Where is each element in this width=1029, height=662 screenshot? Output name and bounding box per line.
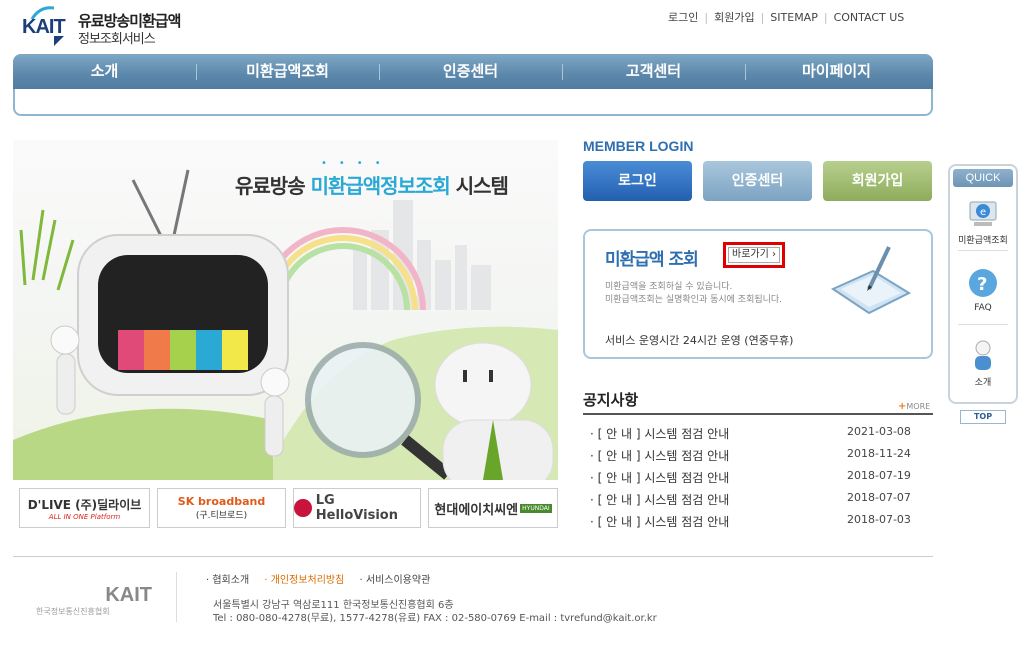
footer-link-terms[interactable]: · 서비스이용약관 bbox=[360, 575, 431, 586]
util-login-link[interactable]: 로그인 bbox=[668, 11, 698, 24]
tablet-stylus-icon bbox=[830, 246, 912, 315]
quick-faq[interactable]: ? FAQ bbox=[950, 266, 1016, 313]
nav-item-support[interactable]: 고객센터 bbox=[562, 54, 745, 89]
quick-menu: QUICK e 미환급액조회 ? FAQ 소개 bbox=[948, 164, 1018, 404]
notice-title: 공지사항 bbox=[583, 391, 639, 409]
footer-logo: KAIT 한국정보통신진흥협회 bbox=[36, 572, 166, 622]
lg-logo-icon bbox=[294, 499, 312, 517]
util-contact-link[interactable]: CONTACT US bbox=[834, 11, 905, 24]
nav-item-intro[interactable]: 소개 bbox=[13, 54, 196, 89]
hero-title: 유료방송 미환급액정보조회 시스템 bbox=[235, 174, 509, 198]
hero-banner: •••• 유료방송 미환급액정보조회 시스템 bbox=[13, 140, 558, 480]
footer-org-name: 한국정보통신진흥협회 bbox=[36, 607, 110, 616]
lookup-desc-1: 미환급액을 조회하실 수 있습니다. bbox=[605, 282, 733, 292]
partner-skb-sub: (구.티브로드) bbox=[195, 511, 248, 521]
notice-row-title: · [ 안 내 ] 시스템 점검 안내 bbox=[590, 493, 730, 507]
quick-lookup[interactable]: e 미환급액조회 bbox=[950, 196, 1016, 246]
partner-dlive-sub: ALL IN ONE Platform bbox=[48, 512, 121, 521]
quick-intro[interactable]: 소개 bbox=[950, 338, 1016, 388]
footer-link-privacy[interactable]: · 개인정보처리방침 bbox=[264, 575, 344, 586]
quick-separator bbox=[958, 250, 1008, 251]
notice-row[interactable]: · [ 안 내 ] 시스템 점검 안내 2018-07-07 bbox=[590, 491, 920, 509]
util-sitemap-link[interactable]: SITEMAP bbox=[770, 11, 818, 24]
partner-dlive-name: D'LIVE (주)딜라이브 bbox=[27, 497, 142, 512]
partner-skb[interactable]: SK broadband (구.티브로드) bbox=[157, 488, 286, 528]
partner-skb-name: SK broadband bbox=[177, 495, 266, 508]
lookup-box: 미환급액 조회 바로가기 › 미환급액을 조회하실 수 있습니다. 미환급액조회… bbox=[583, 229, 933, 359]
hero-title-dots: •••• bbox=[321, 158, 393, 169]
footer-links: · 협회소개 · 개인정보처리방침 · 서비스이용약관 bbox=[206, 571, 442, 586]
top-button[interactable]: TOP bbox=[960, 410, 1006, 424]
utility-links: 로그인 | 회원가입 | SITEMAP | CONTACT US bbox=[668, 11, 905, 24]
quick-faq-label: FAQ bbox=[974, 303, 992, 313]
logo-mark-icon bbox=[54, 36, 64, 46]
nav-bar: 소개 미환급액조회 인증센터 고객센터 마이페이지 bbox=[13, 54, 933, 89]
partner-lghv-name: LG HelloVision bbox=[315, 493, 398, 523]
notice-divider bbox=[583, 413, 933, 415]
join-button[interactable]: 회원가입 bbox=[823, 161, 932, 201]
nav-item-lookup[interactable]: 미환급액조회 bbox=[196, 54, 379, 89]
partner-hcn-name: 현대에이치씨엔 bbox=[434, 502, 519, 518]
partner-hcn-sub: HYUNDAI bbox=[520, 503, 552, 513]
partner-lghv[interactable]: LG HelloVision bbox=[293, 488, 421, 528]
nav-item-mypage[interactable]: 마이페이지 bbox=[745, 54, 928, 89]
footer-vertical-divider bbox=[176, 572, 177, 622]
notice-more-link[interactable]: +MORE bbox=[898, 401, 930, 412]
footer-contact: Tel : 080-080-4278(무료), 1577-4278(유료) FA… bbox=[213, 613, 657, 624]
notice-row-date: 2018-07-07 bbox=[847, 491, 911, 504]
notice-row[interactable]: · [ 안 내 ] 시스템 점검 안내 2018-11-24 bbox=[590, 447, 920, 465]
partner-hcn[interactable]: 현대에이치씨엔 HYUNDAI bbox=[428, 488, 558, 528]
footer-logo-text: KAIT bbox=[105, 584, 152, 606]
cert-center-button[interactable]: 인증센터 bbox=[703, 161, 812, 201]
svg-text:e: e bbox=[980, 207, 986, 218]
notice-row[interactable]: · [ 안 내 ] 시스템 점검 안내 2018-07-03 bbox=[590, 513, 920, 531]
footer-link-about[interactable]: · 협회소개 bbox=[206, 575, 249, 586]
logo-title-line2: 정보조회서비스 bbox=[78, 32, 156, 47]
notice-row-title: · [ 안 내 ] 시스템 점검 안내 bbox=[590, 449, 730, 463]
util-join-link[interactable]: 회원가입 bbox=[714, 11, 754, 24]
quick-separator bbox=[958, 324, 1008, 325]
quick-title: QUICK bbox=[953, 169, 1013, 187]
notice-row-date: 2018-07-03 bbox=[847, 513, 911, 526]
notice-row-title: · [ 안 내 ] 시스템 점검 안내 bbox=[590, 515, 730, 529]
lookup-title: 미환급액 조회 bbox=[605, 250, 699, 270]
notice-row-date: 2018-07-19 bbox=[847, 469, 911, 482]
login-button[interactable]: 로그인 bbox=[583, 161, 692, 201]
kait-logo[interactable]: KAIT 유료방송미환급액 정보조회서비스 bbox=[22, 6, 192, 50]
footer-divider bbox=[13, 556, 933, 557]
lookup-hours: 서비스 운영시간 24시간 운영 (연중무휴) bbox=[605, 334, 794, 347]
notice-row[interactable]: · [ 안 내 ] 시스템 점검 안내 2018-07-19 bbox=[590, 469, 920, 487]
notice-row-date: 2018-11-24 bbox=[847, 447, 911, 460]
notice-row-title: · [ 안 내 ] 시스템 점검 안내 bbox=[590, 471, 730, 485]
question-icon: ? bbox=[969, 269, 997, 297]
member-login-title: MEMBER LOGIN bbox=[583, 138, 694, 154]
notice-row-date: 2021-03-08 bbox=[847, 425, 911, 438]
lookup-desc-2: 미환급액조회는 실명확인과 동시에 조회됩니다. bbox=[605, 295, 783, 305]
person-icon bbox=[975, 340, 991, 370]
nav-item-cert[interactable]: 인증센터 bbox=[379, 54, 562, 89]
main-nav: 소개 미환급액조회 인증센터 고객센터 마이페이지 bbox=[13, 54, 933, 116]
lookup-go-button[interactable]: 바로가기 › bbox=[723, 242, 785, 268]
computer-ie-icon: e bbox=[969, 201, 997, 226]
partner-dlive[interactable]: D'LIVE (주)딜라이브 ALL IN ONE Platform bbox=[19, 488, 150, 528]
notice-row[interactable]: · [ 안 내 ] 시스템 점검 안내 2021-03-08 bbox=[590, 425, 920, 443]
notice-row-title: · [ 안 내 ] 시스템 점검 안내 bbox=[590, 427, 730, 441]
svg-text:?: ? bbox=[977, 274, 987, 295]
quick-intro-label: 소개 bbox=[974, 378, 992, 388]
quick-lookup-label: 미환급액조회 bbox=[958, 236, 1008, 246]
